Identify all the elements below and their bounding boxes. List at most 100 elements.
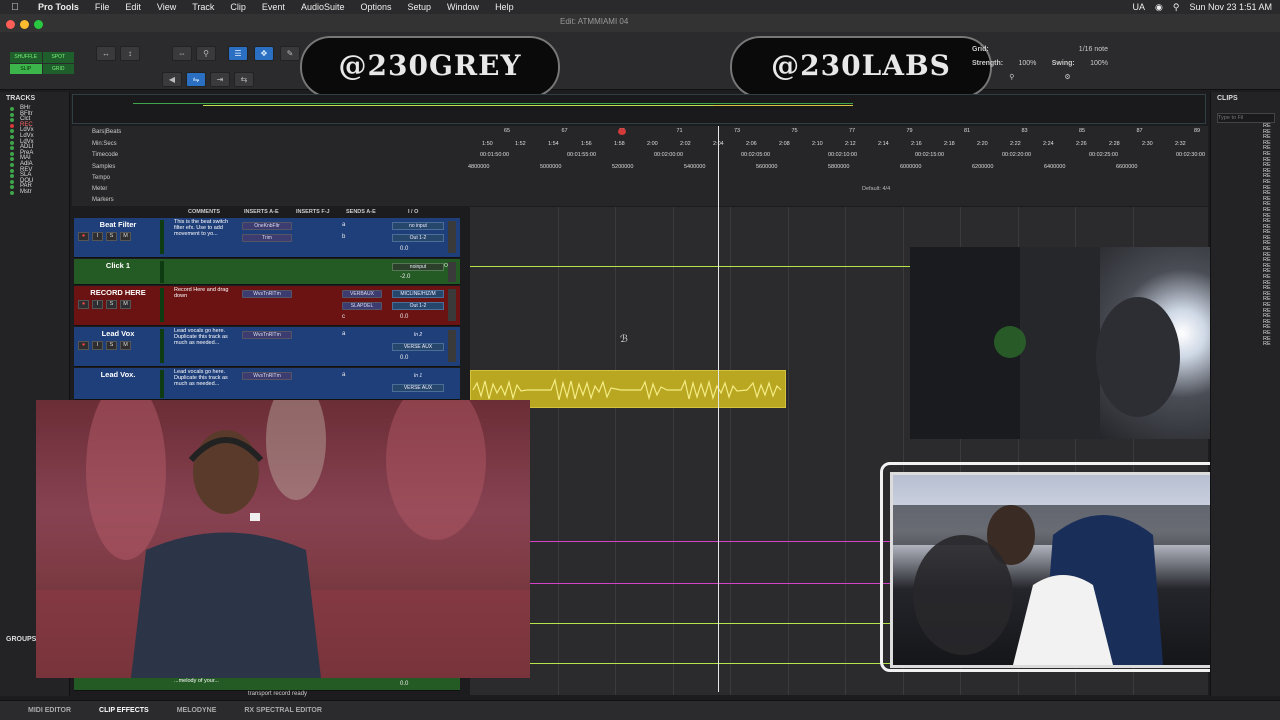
menu-window[interactable]: Window	[439, 2, 487, 12]
insert-slot-a[interactable]: OneKnbFltr	[242, 222, 292, 230]
close-window-button[interactable]	[6, 20, 15, 29]
slip-mode-button[interactable]: SLIP	[10, 63, 42, 74]
solo-button[interactable]: S	[106, 341, 117, 350]
track-bottom[interactable]: ...melody of your... 0.0	[74, 678, 460, 691]
zoom-out-icon[interactable]: ↔	[96, 46, 116, 61]
input-selector[interactable]: In 2	[392, 331, 444, 339]
menu-edit[interactable]: Edit	[117, 2, 149, 12]
volume-value[interactable]: 0.0	[400, 246, 408, 252]
universe-overview[interactable]	[72, 94, 1206, 124]
pencil-tool-icon[interactable]: ✎	[280, 46, 300, 61]
trim-tool-icon[interactable]: ⇔	[172, 46, 192, 61]
link-timeline-icon[interactable]: ⇋	[186, 72, 206, 87]
solo-button[interactable]: S	[106, 232, 117, 241]
send-slot-b[interactable]: SLAPDEL	[342, 302, 382, 310]
output-selector[interactable]: VERSE AUX	[392, 384, 444, 392]
menu-setup[interactable]: Setup	[400, 2, 440, 12]
nudge-left-icon[interactable]: ◀	[162, 72, 182, 87]
tab-midi-editor[interactable]: MIDI EDITOR	[28, 707, 71, 714]
search-icon[interactable]: ⚲	[1173, 2, 1180, 13]
timeline-rulers[interactable]: Bars|Beats Min:Secs Timecode Samples Tem…	[72, 126, 1208, 206]
insert-slot-a[interactable]: WvsTnRlTm	[242, 331, 292, 339]
zoom-grid-icon[interactable]: ⚲	[1009, 73, 1014, 81]
track-comment[interactable]: ...melody of your...	[174, 678, 240, 684]
menu-event[interactable]: Event	[254, 2, 293, 12]
swing-value[interactable]: 100%	[1090, 60, 1108, 67]
track-name[interactable]: Lead Vox.	[86, 370, 150, 379]
minimize-window-button[interactable]	[20, 20, 29, 29]
volume-value[interactable]: 0.0	[400, 681, 408, 687]
track-comment[interactable]: Lead vocals go here. Duplicate this trac…	[174, 328, 240, 346]
output-selector[interactable]: VERSE AUX	[392, 343, 444, 351]
zoom-in-icon[interactable]: ↕	[120, 46, 140, 61]
track-name[interactable]: Click 1	[86, 261, 150, 270]
record-arm-button[interactable]: ●	[78, 300, 89, 309]
mute-button[interactable]: M	[120, 232, 131, 241]
insert-slot-a[interactable]: WvsTnRlTm	[242, 372, 292, 380]
clips-search-input[interactable]	[1217, 113, 1275, 123]
tab-to-transient-icon[interactable]: ⇥	[210, 72, 230, 87]
output-selector[interactable]: Out 1-2	[392, 234, 444, 242]
input-selector[interactable]: noinput	[392, 263, 444, 271]
grabber-tool-icon[interactable]: ✥	[254, 46, 274, 61]
record-arm-button[interactable]: ●	[78, 341, 89, 350]
zoomer-tool-icon[interactable]: ⚲	[196, 46, 216, 61]
spot-mode-button[interactable]: SPOT	[42, 52, 74, 63]
mute-button[interactable]: M	[120, 300, 131, 309]
track-comment[interactable]: Lead vocals go here. Duplicate this trac…	[174, 369, 240, 387]
shuffle-mode-button[interactable]: SHUFFLE	[10, 52, 42, 63]
record-marker-icon[interactable]	[618, 128, 626, 135]
send-slot-b[interactable]: b	[342, 234, 345, 240]
strength-value[interactable]: 100%	[1018, 60, 1036, 67]
selector-tool-icon[interactable]: ☰	[228, 46, 248, 61]
ua-indicator[interactable]: UA	[1132, 2, 1145, 12]
insert-slot-b[interactable]: Trim	[242, 234, 292, 242]
playhead-cursor[interactable]	[718, 126, 719, 692]
track-list-item[interactable]: Mstr	[0, 189, 69, 196]
track-name[interactable]: Beat Filter	[86, 220, 150, 229]
tab-clip-effects[interactable]: CLIP EFFECTS	[99, 707, 149, 714]
send-slot-a[interactable]: a	[342, 372, 345, 378]
track-name[interactable]: RECORD HERE	[86, 288, 150, 297]
track-lead-vox[interactable]: Lead Vox ● I S M Lead vocals go here. Du…	[74, 327, 460, 367]
input-selector[interactable]: In 1	[392, 372, 444, 380]
clip-list-item[interactable]: RE	[1211, 342, 1280, 348]
record-arm-button[interactable]: ●	[78, 232, 89, 241]
menu-app[interactable]: Pro Tools	[30, 2, 87, 12]
menu-clip[interactable]: Clip	[222, 2, 254, 12]
grid-value-select[interactable]: 1/16 note	[1079, 46, 1108, 53]
menu-view[interactable]: View	[149, 2, 184, 12]
wifi-icon[interactable]: ◉	[1155, 2, 1163, 13]
input-selector[interactable]: no input	[392, 222, 444, 230]
menu-options[interactable]: Options	[352, 2, 399, 12]
track-name[interactable]: Lead Vox	[86, 329, 150, 338]
track-comment[interactable]: Record Here and drag down	[174, 287, 240, 299]
send-slot-a[interactable]: a	[342, 331, 345, 337]
solo-button[interactable]: S	[106, 300, 117, 309]
mute-button[interactable]: M	[120, 341, 131, 350]
send-slot-a[interactable]: VERBAUX	[342, 290, 382, 298]
volume-value[interactable]: -2.0	[400, 274, 410, 280]
track-beat-filter[interactable]: Beat Filter ● I S M This is the beat swi…	[74, 218, 460, 258]
send-slot-c[interactable]: c	[342, 314, 345, 320]
tab-rx-spectral-editor[interactable]: RX SPECTRAL EDITOR	[244, 707, 322, 714]
grid-mode-button[interactable]: GRID	[42, 63, 74, 74]
zoom-window-button[interactable]	[34, 20, 43, 29]
input-monitor-button[interactable]: I	[92, 232, 103, 241]
send-slot-a[interactable]: a	[342, 222, 345, 228]
input-selector[interactable]: MICLINE/HIZ/M	[392, 290, 444, 298]
menu-clock[interactable]: Sun Nov 23 1:51 AM	[1189, 2, 1272, 12]
insert-slot-a[interactable]: WvsTnRlTm	[242, 290, 292, 298]
volume-value[interactable]: 0.0	[400, 314, 408, 320]
track-lead-vox-2[interactable]: Lead Vox. Lead vocals go here. Duplicate…	[74, 368, 460, 400]
menu-file[interactable]: File	[87, 2, 118, 12]
menu-audiosuite[interactable]: AudioSuite	[293, 2, 353, 12]
tab-melodyne[interactable]: MELODYNE	[177, 707, 217, 714]
input-monitor-button[interactable]: I	[92, 300, 103, 309]
menu-track[interactable]: Track	[184, 2, 222, 12]
output-selector[interactable]: Out 1-2	[392, 302, 444, 310]
mirror-midi-icon[interactable]: ⇆	[234, 72, 254, 87]
track-click-1[interactable]: Click 1 noinput Ott-2 -2.0	[74, 259, 460, 285]
volume-value[interactable]: 0.0	[400, 355, 408, 361]
track-comment[interactable]: This is the beat switch filter efx. Use …	[174, 219, 240, 237]
